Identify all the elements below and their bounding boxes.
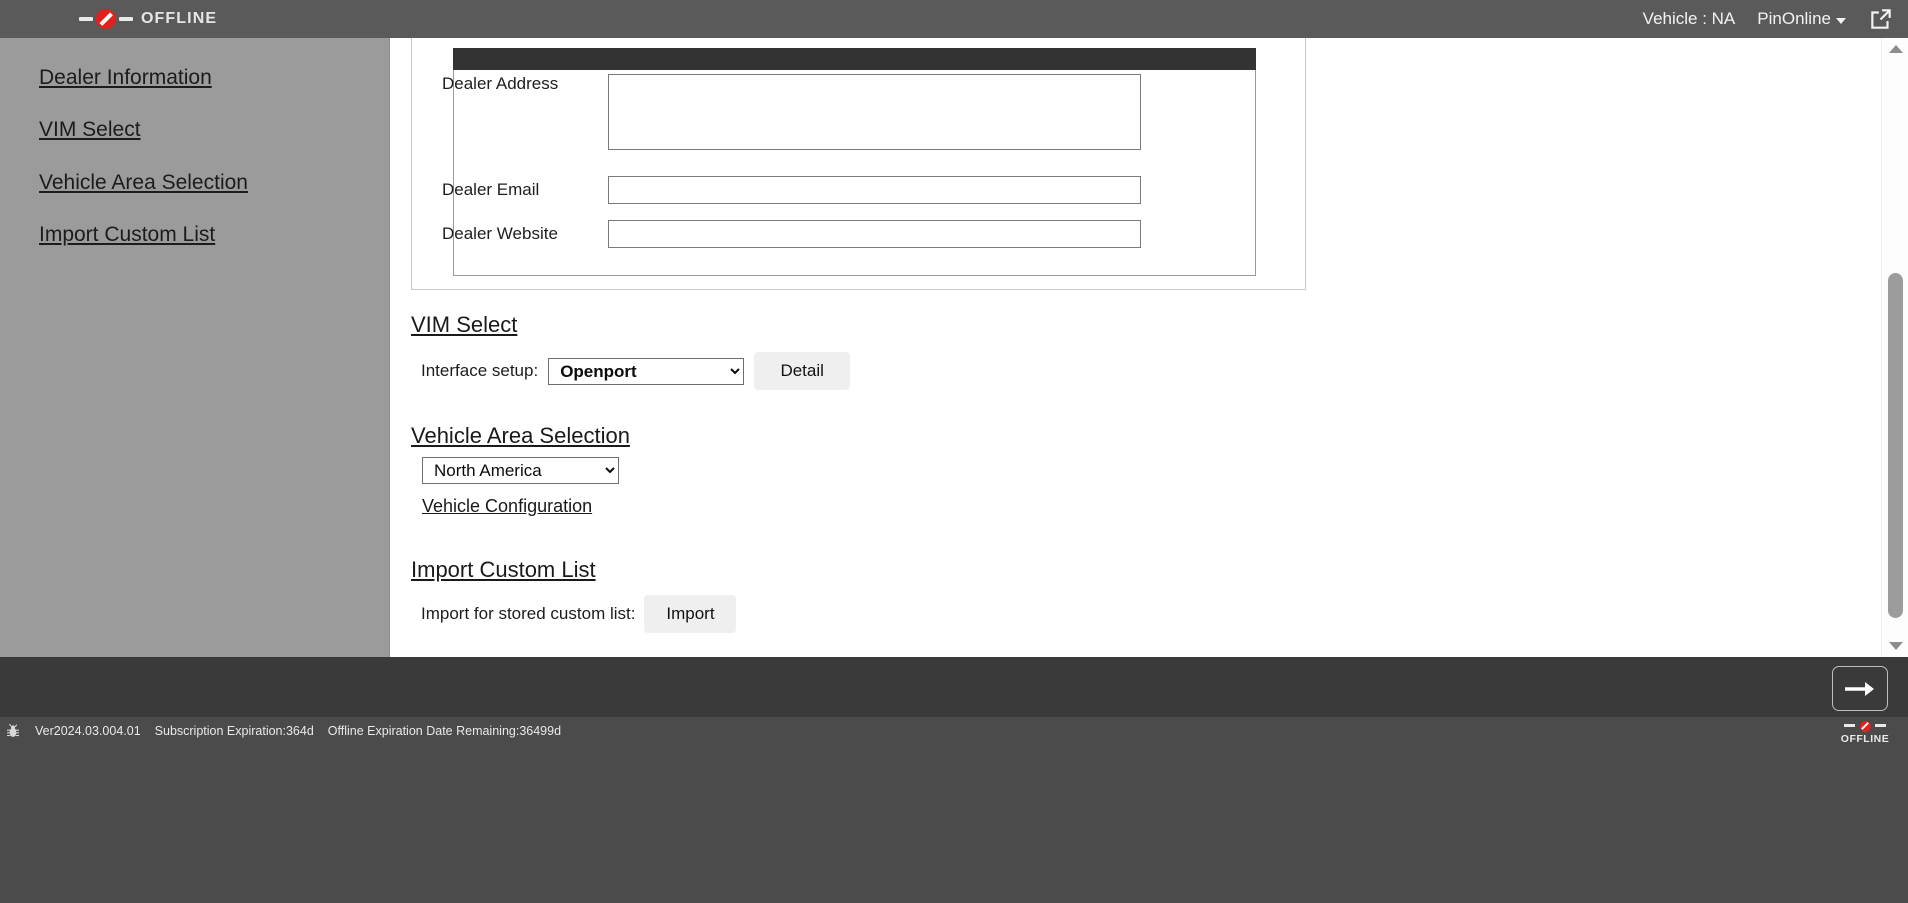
section-title-import-custom-list[interactable]: Import Custom List (411, 557, 596, 583)
scrollbar-up-button[interactable] (1882, 38, 1908, 60)
import-button[interactable]: Import (644, 595, 737, 633)
arrow-right-icon (1845, 681, 1874, 696)
scrollbar-thumb[interactable] (1888, 273, 1903, 618)
no-entry-icon (78, 8, 134, 30)
next-button[interactable] (1832, 666, 1888, 711)
bug-icon (7, 723, 19, 737)
chevron-down-icon (1888, 642, 1903, 650)
dealer-email-input[interactable] (608, 176, 1141, 204)
main-content: Dealer Address Dealer Email Dealer Websi… (391, 38, 1908, 657)
sidebar-item-vehicle-area-selection[interactable]: Vehicle Area Selection (39, 157, 248, 209)
interface-setup-label: Interface setup: (421, 361, 539, 380)
pinonline-dropdown[interactable]: PinOnline (1757, 9, 1846, 29)
status-bar: Ver2024.03.004.01 Subscription Expiratio… (0, 717, 1908, 903)
caret-down-icon (1836, 17, 1846, 24)
dealer-website-label: Dealer Website (442, 223, 558, 243)
dealer-address-row: Dealer Address (412, 74, 1141, 150)
vehicle-status-label: Vehicle : NA (1642, 9, 1736, 28)
status-bar-offline-indicator: OFFLINE (1834, 720, 1896, 745)
bottom-bar (0, 657, 1908, 717)
sidebar-nav: Dealer Information VIM Select Vehicle Ar… (0, 38, 390, 657)
dealer-email-label: Dealer Email (442, 179, 540, 199)
dealer-address-input[interactable] (608, 74, 1141, 150)
status-bar-offline-label: OFFLINE (1840, 733, 1890, 745)
interface-setup-row: Interface setup: Openport Detail (421, 352, 851, 390)
external-link-button[interactable] (1868, 6, 1894, 32)
import-custom-list-label: Import for stored custom list: (421, 604, 636, 623)
sidebar-item-dealer-information[interactable]: Dealer Information (39, 52, 212, 104)
sidebar-item-import-custom-list[interactable]: Import Custom List (39, 209, 215, 261)
subscription-expiration-label: Subscription Expiration:364d (154, 724, 314, 738)
dealer-email-row: Dealer Email (412, 176, 1141, 204)
detail-button[interactable]: Detail (754, 352, 851, 390)
scrollbar-down-button[interactable] (1882, 635, 1908, 657)
no-entry-icon (1843, 720, 1887, 732)
dealer-website-row: Dealer Website (412, 220, 1141, 248)
app-version-label: Ver2024.03.004.01 (35, 724, 141, 738)
dealer-address-label: Dealer Address (442, 74, 559, 93)
dealer-website-input[interactable] (608, 220, 1141, 248)
dealer-information-panel: Dealer Address Dealer Email Dealer Websi… (411, 38, 1306, 290)
offline-status-badge: OFFLINE (78, 8, 217, 30)
section-title-vim-select[interactable]: VIM Select (411, 312, 517, 338)
sidebar-item-vim-select[interactable]: VIM Select (39, 104, 141, 156)
top-bar-right-group: Vehicle : NA PinOnline (1643, 6, 1908, 32)
app-root: OFFLINE Vehicle : NA PinOnline Dealer In… (0, 0, 1908, 903)
offline-expiration-label: Offline Expiration Date Remaining:36499d (327, 724, 562, 738)
content-scrollbar[interactable] (1881, 38, 1908, 657)
pinonline-label: PinOnline (1757, 9, 1831, 28)
vehicle-area-select[interactable]: North America (422, 457, 619, 484)
offline-status-label: OFFLINE (141, 10, 218, 27)
dealer-information-panel-header (453, 48, 1256, 70)
chevron-up-icon (1888, 45, 1903, 53)
top-bar: OFFLINE Vehicle : NA PinOnline (0, 0, 1908, 38)
vehicle-configuration-link[interactable]: Vehicle Configuration (422, 496, 592, 517)
section-title-vehicle-area-selection[interactable]: Vehicle Area Selection (411, 423, 630, 449)
interface-setup-select[interactable]: Openport (548, 357, 745, 385)
external-link-icon (1871, 9, 1891, 29)
status-bar-line: Ver2024.03.004.01 Subscription Expiratio… (0, 717, 1908, 745)
import-custom-list-row: Import for stored custom list: Import (421, 595, 737, 633)
